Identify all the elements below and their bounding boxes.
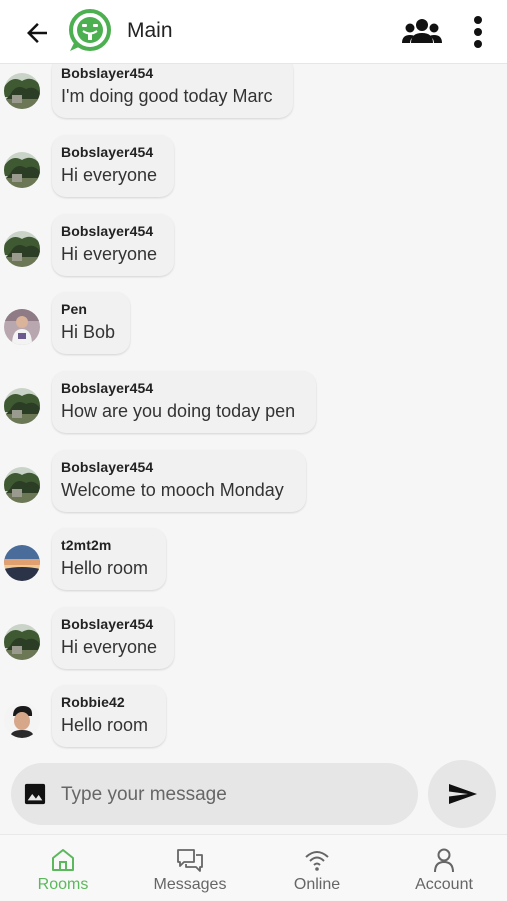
message-item: Bobslayer454 Hi everyone (0, 214, 507, 292)
nav-online[interactable]: Online (254, 835, 380, 901)
avatar[interactable] (4, 231, 40, 267)
forest-photo-avatar (4, 388, 40, 424)
room-title: Main (127, 19, 173, 42)
home-icon (52, 849, 74, 871)
forest-photo-avatar (4, 152, 40, 188)
message-text: Welcome to mooch Monday (61, 480, 284, 500)
message-bubble: Robbie42 Hello room (52, 685, 166, 747)
message-item: Robbie42 Hello room (0, 685, 507, 754)
nav-label: Account (415, 876, 473, 893)
avatar[interactable] (4, 624, 40, 660)
message-item: t2mt2m Hello room (0, 528, 507, 606)
message-item: Pen Hi Bob (0, 292, 507, 370)
person-photo-avatar (4, 309, 40, 345)
person-icon (434, 848, 454, 873)
nav-label: Rooms (37, 876, 89, 893)
forest-photo-avatar (4, 231, 40, 267)
message-sender: Bobslayer454 (61, 459, 154, 475)
nav-account[interactable]: Account (381, 835, 507, 901)
wifi-icon (305, 851, 329, 871)
message-bubble: Bobslayer454 Hi everyone (52, 214, 174, 276)
more-options-button[interactable] (466, 14, 490, 50)
message-text: Hi everyone (61, 165, 158, 185)
image-icon (24, 783, 46, 805)
forest-photo-avatar (4, 467, 40, 503)
message-text: Hi everyone (61, 244, 158, 264)
message-sender: Bobslayer454 (61, 616, 154, 632)
message-text: Hi everyone (61, 637, 158, 657)
nav-label: Messages (153, 876, 227, 893)
sunset-photo-avatar (4, 545, 40, 581)
message-text: Hello room (61, 558, 149, 578)
avatar[interactable] (4, 545, 40, 581)
message-text: Hi Bob (61, 322, 116, 342)
avatar[interactable] (4, 152, 40, 188)
message-sender: Bobslayer454 (61, 144, 154, 160)
bottom-navigation: Rooms Messages Online Account (0, 834, 507, 900)
portrait-photo-avatar (4, 702, 40, 738)
arrow-left-icon (27, 23, 47, 43)
message-item: Bobslayer454 Welcome to mooch Monday (0, 450, 507, 528)
message-sender: Bobslayer454 (61, 65, 154, 81)
room-logo (66, 9, 114, 53)
avatar[interactable] (4, 467, 40, 503)
message-item: Bobslayer454 How are you doing today pen (0, 371, 507, 449)
message-sender: Pen (61, 301, 87, 317)
message-input[interactable] (59, 779, 403, 811)
chat-icon (177, 849, 203, 872)
message-composer (11, 763, 418, 825)
message-bubble: Bobslayer454 Welcome to mooch Monday (52, 450, 306, 512)
send-button[interactable] (428, 760, 496, 828)
avatar[interactable] (4, 702, 40, 738)
message-item: Bobslayer454 Hi everyone (0, 607, 507, 685)
message-list[interactable]: Bobslayer454 I'm doing good today Marc B… (0, 64, 507, 754)
top-app-bar: Main (0, 0, 507, 64)
nav-rooms[interactable]: Rooms (0, 835, 126, 901)
attach-image-button[interactable] (24, 783, 46, 805)
message-bubble: Bobslayer454 Hi everyone (52, 135, 174, 197)
message-sender: Robbie42 (61, 694, 125, 710)
message-text: How are you doing today pen (61, 401, 296, 421)
nav-label: Online (293, 876, 341, 893)
message-bubble: Pen Hi Bob (52, 292, 130, 354)
members-button[interactable] (401, 15, 443, 49)
send-icon (449, 784, 477, 804)
forest-photo-avatar (4, 624, 40, 660)
avatar[interactable] (4, 73, 40, 109)
message-sender: Bobslayer454 (61, 223, 154, 239)
message-item: Bobslayer454 I'm doing good today Marc (0, 64, 507, 134)
message-bubble: Bobslayer454 How are you doing today pen (52, 371, 316, 433)
message-text: I'm doing good today Marc (61, 86, 273, 106)
message-bubble: Bobslayer454 I'm doing good today Marc (52, 64, 293, 118)
message-sender: t2mt2m (61, 537, 112, 553)
chat-bubble-face-logo (69, 9, 111, 51)
message-item: Bobslayer454 Hi everyone (0, 135, 507, 213)
avatar[interactable] (4, 309, 40, 345)
message-bubble: t2mt2m Hello room (52, 528, 166, 590)
nav-messages[interactable]: Messages (127, 835, 253, 901)
more-vertical-icon (474, 16, 482, 48)
back-button[interactable] (22, 18, 52, 48)
message-text: Hello room (61, 715, 149, 735)
message-sender: Bobslayer454 (61, 380, 154, 396)
message-bubble: Bobslayer454 Hi everyone (52, 607, 174, 669)
group-icon (402, 19, 442, 43)
forest-photo-avatar (4, 73, 40, 109)
avatar[interactable] (4, 388, 40, 424)
